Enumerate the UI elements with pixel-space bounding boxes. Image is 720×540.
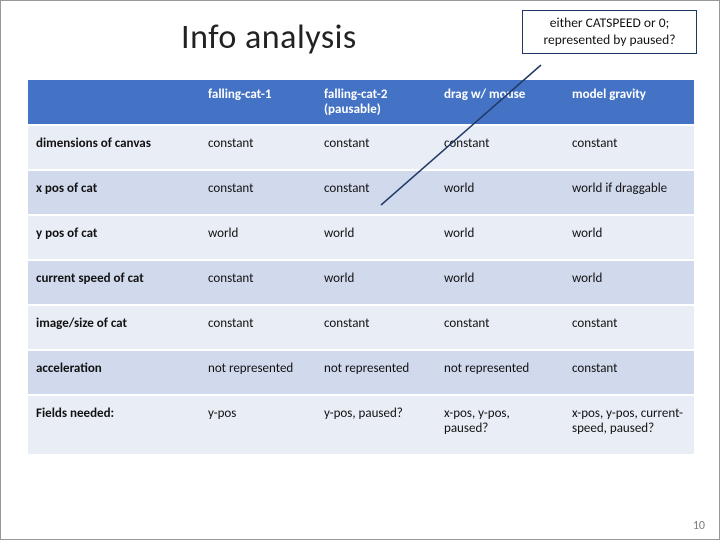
cell: constant <box>316 305 436 350</box>
col-header: drag w/ mouse <box>436 80 564 125</box>
cell: constant <box>316 170 436 215</box>
cell: world <box>436 170 564 215</box>
table-row: current speed of cat constant world worl… <box>28 260 694 305</box>
cell: constant <box>436 305 564 350</box>
cell: not represented <box>316 350 436 395</box>
row-label: dimensions of canvas <box>28 125 200 170</box>
cell: world <box>564 260 694 305</box>
cell: constant <box>200 170 316 215</box>
page-number: 10 <box>693 519 705 533</box>
slide-title: Info analysis <box>181 17 357 58</box>
cell: world <box>436 215 564 260</box>
cell: world if draggable <box>564 170 694 215</box>
row-label: y pos of cat <box>28 215 200 260</box>
cell: constant <box>564 350 694 395</box>
cell: y-pos, paused? <box>316 395 436 455</box>
col-header: falling-cat-1 <box>200 80 316 125</box>
row-label: Fields needed: <box>28 395 200 455</box>
row-label: acceleration <box>28 350 200 395</box>
table-row: image/size of cat constant constant cons… <box>28 305 694 350</box>
col-header: model gravity <box>564 80 694 125</box>
cell: constant <box>200 260 316 305</box>
row-label: image/size of cat <box>28 305 200 350</box>
row-label: x pos of cat <box>28 170 200 215</box>
table-header-row: falling-cat-1 falling-cat-2 (pausable) d… <box>28 80 694 125</box>
col-header: falling-cat-2 (pausable) <box>316 80 436 125</box>
table-row: acceleration not represented not represe… <box>28 350 694 395</box>
row-label: current speed of cat <box>28 260 200 305</box>
cell: x-pos, y-pos, paused? <box>436 395 564 455</box>
cell: world <box>200 215 316 260</box>
cell: y-pos <box>200 395 316 455</box>
cell: constant <box>436 125 564 170</box>
cell: constant <box>200 305 316 350</box>
cell: not represented <box>200 350 316 395</box>
cell: constant <box>564 305 694 350</box>
cell: not represented <box>436 350 564 395</box>
cell: constant <box>316 125 436 170</box>
table-row: x pos of cat constant constant world wor… <box>28 170 694 215</box>
cell: constant <box>200 125 316 170</box>
cell: x-pos, y-pos, current-speed, paused? <box>564 395 694 455</box>
cell: world <box>316 215 436 260</box>
cell: constant <box>564 125 694 170</box>
table-row: dimensions of canvas constant constant c… <box>28 125 694 170</box>
table-row: y pos of cat world world world world <box>28 215 694 260</box>
cell: world <box>436 260 564 305</box>
callout-box: either CATSPEED or 0; represented by pau… <box>522 10 697 54</box>
slide: Info analysis either CATSPEED or 0; repr… <box>0 0 720 540</box>
info-table: falling-cat-1 falling-cat-2 (pausable) d… <box>28 80 694 456</box>
col-header-blank <box>28 80 200 125</box>
cell: world <box>564 215 694 260</box>
cell: world <box>316 260 436 305</box>
table-row: Fields needed: y-pos y-pos, paused? x-po… <box>28 395 694 455</box>
